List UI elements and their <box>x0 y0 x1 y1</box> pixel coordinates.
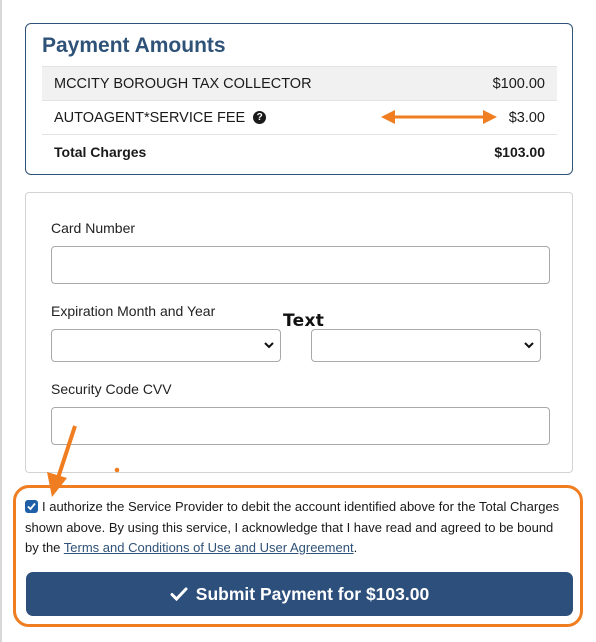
amount-row-label: MCCITY BOROUGH TAX COLLECTOR <box>54 75 312 92</box>
expiration-month-select[interactable] <box>51 329 281 362</box>
authorization-statement: I authorize the Service Provider to debi… <box>25 497 570 559</box>
amount-row-value: $3.00 <box>508 109 545 126</box>
help-icon[interactable]: ? <box>253 111 267 124</box>
cvv-label: Security Code CVV <box>51 381 172 397</box>
card-number-input[interactable] <box>51 246 550 284</box>
checkmark-icon <box>27 502 36 511</box>
expiration-year-select[interactable] <box>311 329 541 362</box>
annotation-text-label: Text <box>283 311 325 331</box>
chevron-down-icon <box>264 342 274 349</box>
authorization-trailing: . <box>353 540 358 555</box>
chevron-down-icon <box>524 342 534 349</box>
authorize-checkbox[interactable] <box>25 500 38 513</box>
submit-button-label: Submit Payment for $103.00 <box>195 583 430 604</box>
payment-amounts-title: Payment Amounts <box>42 34 226 57</box>
amount-row-value: $100.00 <box>492 75 545 92</box>
card-number-label: Card Number <box>51 220 136 236</box>
card-details-form: Card Number Expiration Month and Year Se… <box>25 192 573 473</box>
checkmark-icon <box>170 587 188 602</box>
amount-row-tax-collector: MCCITY BOROUGH TAX COLLECTOR $100.00 <box>42 66 557 100</box>
total-charges-label: Total Charges <box>54 143 147 160</box>
submit-payment-button[interactable]: Submit Payment for $103.00 <box>26 572 573 616</box>
cvv-input[interactable] <box>51 407 550 445</box>
terms-link[interactable]: Terms and Conditions of Use and User Agr… <box>64 540 354 555</box>
expiration-label: Expiration Month and Year <box>51 303 216 319</box>
payment-amounts-panel: Payment Amounts MCCITY BOROUGH TAX COLLE… <box>25 23 573 175</box>
amount-row-service-fee: AUTOAGENT*SERVICE FEE ? $3.00 <box>42 100 557 134</box>
total-charges-value: $103.00 <box>494 143 545 160</box>
left-divider <box>0 0 2 642</box>
total-charges-row: Total Charges $103.00 <box>42 134 557 168</box>
amount-row-label: AUTOAGENT*SERVICE FEE <box>54 109 246 126</box>
